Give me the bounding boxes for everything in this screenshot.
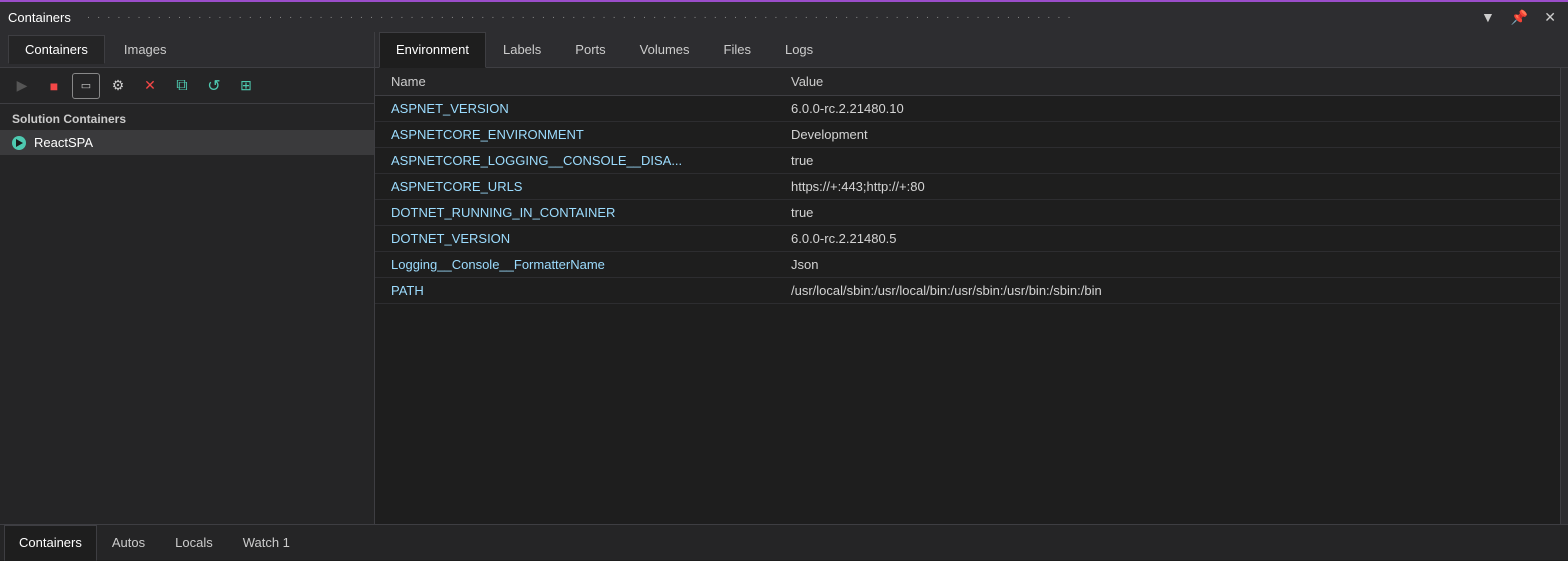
tab-files[interactable]: Files bbox=[707, 32, 768, 68]
right-panel: Environment Labels Ports Volumes Files L… bbox=[375, 32, 1568, 524]
title-bar: Containers · · · · · · · · · · · · · · ·… bbox=[0, 0, 1568, 32]
section-header: Solution Containers bbox=[0, 104, 374, 130]
status-tab-locals[interactable]: Locals bbox=[160, 525, 228, 561]
env-value: https://+:443;http://+:80 bbox=[791, 179, 1544, 194]
title-bar-actions: ▼ 📌 ✕ bbox=[1477, 7, 1560, 28]
push-button[interactable]: ⊞ bbox=[232, 73, 260, 99]
environment-table: Name Value ASPNET_VERSION 6.0.0-rc.2.214… bbox=[375, 68, 1560, 524]
tab-containers[interactable]: Containers bbox=[8, 35, 105, 64]
tab-environment[interactable]: Environment bbox=[379, 32, 486, 68]
env-name: ASPNETCORE_URLS bbox=[391, 179, 791, 194]
env-value: 6.0.0-rc.2.21480.10 bbox=[791, 101, 1544, 116]
header-value: Value bbox=[791, 74, 1544, 89]
toolbar: ▶ ■ ▭ ⚙ ✕ ⧉ ↺ ⊞ bbox=[0, 68, 374, 104]
env-name: ASPNET_VERSION bbox=[391, 101, 791, 116]
top-tabs: Containers Images bbox=[0, 32, 374, 68]
status-tab-watch1[interactable]: Watch 1 bbox=[228, 525, 305, 561]
status-tab-containers[interactable]: Containers bbox=[4, 525, 97, 561]
tab-images[interactable]: Images bbox=[107, 35, 184, 64]
table-row: ASPNETCORE_LOGGING__CONSOLE__DISA... tru… bbox=[375, 148, 1560, 174]
play-icon bbox=[16, 139, 23, 147]
main-layout: Containers Images ▶ ■ ▭ ⚙ ✕ ⧉ ↺ ⊞ Soluti… bbox=[0, 32, 1568, 524]
status-running-icon bbox=[12, 136, 26, 150]
env-name: Logging__Console__FormatterName bbox=[391, 257, 791, 272]
refresh-button[interactable]: ↺ bbox=[200, 73, 228, 99]
container-name: ReactSPA bbox=[34, 135, 93, 150]
tab-ports[interactable]: Ports bbox=[558, 32, 622, 68]
settings-button[interactable]: ⚙ bbox=[104, 73, 132, 99]
env-value: true bbox=[791, 205, 1544, 220]
env-name: ASPNETCORE_ENVIRONMENT bbox=[391, 127, 791, 142]
env-value: Json bbox=[791, 257, 1544, 272]
table-header: Name Value bbox=[375, 68, 1560, 96]
chevron-down-icon[interactable]: ▼ bbox=[1477, 7, 1499, 27]
table-row: DOTNET_VERSION 6.0.0-rc.2.21480.5 bbox=[375, 226, 1560, 252]
title-bar-left: Containers · · · · · · · · · · · · · · ·… bbox=[8, 10, 1073, 25]
pin-icon[interactable]: 📌 bbox=[1507, 7, 1532, 28]
stop-button[interactable]: ■ bbox=[40, 73, 68, 99]
table-row: PATH /usr/local/sbin:/usr/local/bin:/usr… bbox=[375, 278, 1560, 304]
scrollbar[interactable] bbox=[1560, 68, 1568, 524]
env-value: 6.0.0-rc.2.21480.5 bbox=[791, 231, 1544, 246]
start-button[interactable]: ▶ bbox=[8, 73, 36, 99]
close-icon[interactable]: ✕ bbox=[1540, 7, 1560, 28]
tab-volumes[interactable]: Volumes bbox=[623, 32, 707, 68]
table-row: Logging__Console__FormatterName Json bbox=[375, 252, 1560, 278]
env-name: DOTNET_VERSION bbox=[391, 231, 791, 246]
status-tab-autos[interactable]: Autos bbox=[97, 525, 160, 561]
env-value: Development bbox=[791, 127, 1544, 142]
env-name: ASPNETCORE_LOGGING__CONSOLE__DISA... bbox=[391, 153, 791, 168]
table-row: DOTNET_RUNNING_IN_CONTAINER true bbox=[375, 200, 1560, 226]
env-value: true bbox=[791, 153, 1544, 168]
status-bar: Containers Autos Locals Watch 1 bbox=[0, 524, 1568, 560]
copy-button[interactable]: ⧉ bbox=[168, 73, 196, 99]
tab-logs[interactable]: Logs bbox=[768, 32, 830, 68]
delete-button[interactable]: ✕ bbox=[136, 73, 164, 99]
env-value: /usr/local/sbin:/usr/local/bin:/usr/sbin… bbox=[791, 283, 1544, 298]
left-panel: Containers Images ▶ ■ ▭ ⚙ ✕ ⧉ ↺ ⊞ Soluti… bbox=[0, 32, 375, 524]
container-item-reactspa[interactable]: ReactSPA bbox=[0, 130, 374, 155]
table-row: ASPNET_VERSION 6.0.0-rc.2.21480.10 bbox=[375, 96, 1560, 122]
env-name: DOTNET_RUNNING_IN_CONTAINER bbox=[391, 205, 791, 220]
terminal-button[interactable]: ▭ bbox=[72, 73, 100, 99]
table-row: ASPNETCORE_ENVIRONMENT Development bbox=[375, 122, 1560, 148]
title-bar-title: Containers bbox=[8, 10, 71, 25]
table-row: ASPNETCORE_URLS https://+:443;http://+:8… bbox=[375, 174, 1560, 200]
title-bar-dots: · · · · · · · · · · · · · · · · · · · · … bbox=[87, 12, 1073, 23]
right-panel-inner: Name Value ASPNET_VERSION 6.0.0-rc.2.214… bbox=[375, 68, 1568, 524]
header-name: Name bbox=[391, 74, 791, 89]
tab-labels[interactable]: Labels bbox=[486, 32, 558, 68]
detail-tabs: Environment Labels Ports Volumes Files L… bbox=[375, 32, 1568, 68]
env-name: PATH bbox=[391, 283, 791, 298]
